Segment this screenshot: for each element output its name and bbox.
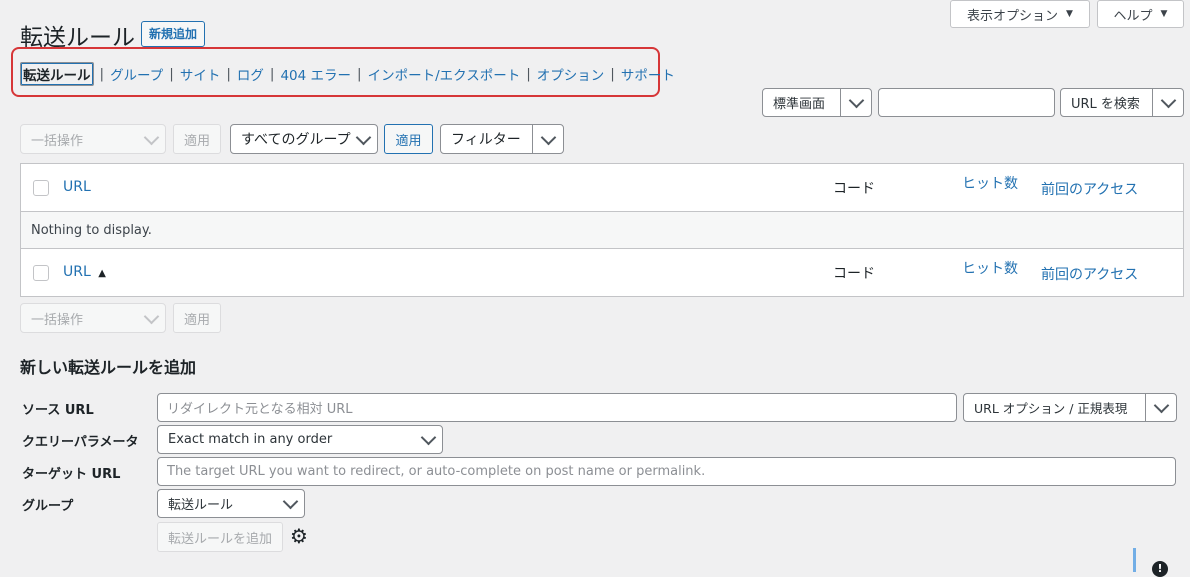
- subnav-item-import-export[interactable]: インポート/エクスポート: [368, 64, 521, 84]
- subnav-item-redirects[interactable]: 転送ルール: [20, 62, 94, 86]
- chevron-down-icon: [1152, 89, 1183, 116]
- subnav-item-site[interactable]: サイト: [180, 64, 221, 84]
- subnav-separator: |: [526, 66, 531, 82]
- subnav-item-groups[interactable]: グループ: [110, 64, 163, 84]
- subnav-separator: |: [357, 66, 362, 82]
- source-url-label: ソース URL: [22, 403, 94, 418]
- select-all-checkbox[interactable]: [33, 180, 49, 196]
- empty-message: Nothing to display.: [31, 223, 152, 238]
- apply-button-top[interactable]: 適用: [173, 124, 221, 154]
- target-url-input[interactable]: The target URL you want to redirect, or …: [157, 457, 1176, 486]
- table-header-row: URL コード ヒット数 前回のアクセス: [21, 164, 1183, 212]
- select-all-checkbox-footer[interactable]: [33, 265, 49, 281]
- subnav-item-support[interactable]: サポート: [621, 64, 675, 84]
- filter-label: フィルター: [451, 132, 521, 148]
- search-url-button[interactable]: URL を検索: [1060, 88, 1184, 117]
- col-url-footer[interactable]: URL ▲: [63, 264, 106, 280]
- chevron-down-icon: [355, 129, 372, 145]
- table-empty-row: Nothing to display.: [21, 212, 1183, 249]
- chevron-down-icon: [282, 493, 299, 510]
- target-url-label: ターゲット URL: [22, 467, 121, 482]
- subnav-item-log[interactable]: ログ: [237, 64, 264, 84]
- subnav-separator: |: [169, 66, 174, 82]
- chevron-down-icon: [143, 308, 160, 324]
- chevron-down-icon: [1145, 394, 1176, 421]
- chevron-down-icon: [840, 89, 871, 116]
- subnav-separator: |: [226, 66, 231, 82]
- caret-down-icon: ▼: [1066, 9, 1073, 19]
- view-select[interactable]: 標準画面: [762, 88, 872, 117]
- add-redirect-button[interactable]: 転送ルールを追加: [157, 522, 283, 552]
- query-params-label: クエリーパラメータ: [22, 435, 139, 450]
- source-url-input[interactable]: リダイレクト元となる相対 URL: [157, 393, 957, 422]
- col-hits[interactable]: ヒット数: [962, 173, 1018, 193]
- bulk-action-select-bottom[interactable]: 一括操作: [20, 303, 166, 333]
- filter-button[interactable]: フィルター: [440, 124, 564, 154]
- group-select[interactable]: 転送ルール: [157, 489, 305, 518]
- apply-group-button[interactable]: 適用: [384, 124, 433, 154]
- group-select-value: 転送ルール: [168, 498, 234, 513]
- redirects-table: URL コード ヒット数 前回のアクセス Nothing to display.…: [20, 163, 1184, 297]
- help-button[interactable]: ヘルプ ▼: [1097, 0, 1184, 28]
- query-params-select[interactable]: Exact match in any order: [157, 425, 443, 454]
- subnav-item-options[interactable]: オプション: [537, 64, 605, 84]
- col-url[interactable]: URL: [63, 179, 91, 195]
- display-options-label: 表示オプション: [967, 8, 1059, 24]
- display-options-button[interactable]: 表示オプション ▼: [950, 0, 1090, 28]
- search-input[interactable]: [878, 88, 1055, 117]
- query-params-value: Exact match in any order: [168, 432, 333, 447]
- url-options-label: URL オプション / 正規表現: [974, 401, 1128, 416]
- chevron-down-icon: [532, 125, 563, 153]
- group-filter-select[interactable]: すべてのグループ: [230, 124, 378, 154]
- col-code-footer: コード: [833, 266, 875, 282]
- subnav: 転送ルール | グループ | サイト | ログ | 404 エラー | インポー…: [20, 62, 675, 86]
- bulk-action-label: 一括操作: [31, 133, 84, 149]
- sort-up-icon: ▲: [98, 268, 106, 279]
- add-new-button[interactable]: 新規追加: [141, 21, 206, 47]
- bulk-action-select-top[interactable]: 一括操作: [20, 124, 166, 154]
- help-label: ヘルプ: [1113, 8, 1153, 24]
- col-last-access[interactable]: 前回のアクセス: [1041, 179, 1138, 199]
- subnav-item-404[interactable]: 404 エラー: [280, 64, 351, 84]
- source-url-placeholder: リダイレクト元となる相対 URL: [167, 402, 353, 417]
- url-options-button[interactable]: URL オプション / 正規表現: [963, 393, 1177, 422]
- chevron-down-icon: [420, 429, 437, 446]
- target-url-placeholder: The target URL you want to redirect, or …: [167, 464, 706, 479]
- subnav-separator: |: [610, 66, 615, 82]
- gear-icon[interactable]: ⚙: [290, 524, 308, 548]
- caret-down-icon: ▼: [1160, 9, 1168, 19]
- group-filter-value: すべてのグループ: [241, 132, 351, 148]
- info-icon[interactable]: !: [1152, 561, 1168, 577]
- table-footer-row: URL ▲ コード ヒット数 前回のアクセス: [21, 249, 1183, 297]
- search-url-label: URL を検索: [1071, 97, 1140, 112]
- group-label: グループ: [22, 499, 74, 514]
- col-hits-footer[interactable]: ヒット数: [962, 258, 1018, 278]
- add-redirect-heading: 新しい転送ルールを追加: [20, 358, 197, 377]
- chevron-down-icon: [143, 129, 160, 145]
- col-last-access-footer[interactable]: 前回のアクセス: [1041, 264, 1138, 284]
- subnav-separator: |: [99, 66, 105, 82]
- col-code: コード: [833, 181, 875, 197]
- notice-border: [1133, 548, 1136, 572]
- subnav-separator: |: [269, 66, 275, 82]
- apply-button-bottom[interactable]: 適用: [173, 303, 221, 333]
- bulk-action-label: 一括操作: [31, 312, 84, 328]
- view-select-value: 標準画面: [773, 97, 826, 112]
